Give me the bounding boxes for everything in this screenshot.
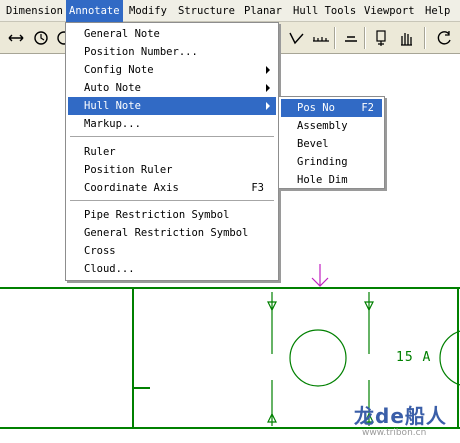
submenu-item-assembly[interactable]: Assembly [281,117,382,135]
submenu-item-label: Grinding [297,156,348,168]
menu-item-hull-note[interactable]: Hull Note [68,97,276,115]
menu-item-auto-note[interactable]: Auto Note [68,79,276,97]
menu-item-label: Auto Note [84,82,141,94]
menu-structure[interactable]: Structure [175,0,238,22]
submenu-item-hole-dim[interactable]: Hole Dim [281,171,382,189]
menu-item-ruler[interactable]: Ruler [68,143,276,161]
submenu-item-bevel[interactable]: Bevel [281,135,382,153]
toolbar-separator [334,27,336,49]
submenu-item-label: Pos No [297,102,335,114]
watermark-url: www.tribon.cn [362,428,427,438]
menu-modify[interactable]: Modify [126,0,170,22]
menu-viewport[interactable]: Viewport [361,0,418,22]
drawing-label: 15 A [396,350,432,365]
submenu-item-label: Hole Dim [297,174,348,186]
menu-item-position-number[interactable]: Position Number... [68,43,276,61]
menu-item-label: Ruler [84,146,116,158]
annotate-menu: General Note Position Number... Config N… [65,22,279,281]
menu-item-config-note[interactable]: Config Note [68,61,276,79]
menu-item-shortcut: F3 [251,182,264,194]
menu-item-label: Cross [84,245,116,257]
menu-item-general-note[interactable]: General Note [68,25,276,43]
menu-item-label: Position Ruler [84,164,173,176]
toolbar-separator [364,27,366,49]
menu-separator [70,136,274,138]
menu-item-label: Pipe Restriction Symbol [84,209,230,221]
submenu-arrow-icon [266,84,270,92]
menu-item-label: General Note [84,28,160,40]
menu-hull-tools[interactable]: Hull Tools [290,0,359,22]
menu-dimension[interactable]: Dimension [3,0,66,22]
menu-planar[interactable]: Planar [241,0,285,22]
watermark-title: 龙de船人 [354,404,447,428]
submenu-item-pos-no[interactable]: Pos No F2 [281,99,382,117]
menu-bar: Dimension Annotate Modify Structure Plan… [0,0,460,22]
menu-item-label: Position Number... [84,46,198,58]
rotate-view-icon[interactable] [434,28,454,48]
submenu-item-label: Bevel [297,138,329,150]
submenu-item-label: Assembly [297,120,348,132]
menu-help[interactable]: Help [422,0,453,22]
menu-item-cross[interactable]: Cross [68,242,276,260]
stack-icon[interactable] [372,28,392,48]
menu-item-general-restriction-symbol[interactable]: General Restriction Symbol [68,224,276,242]
menu-item-position-ruler[interactable]: Position Ruler [68,161,276,179]
rotate-icon[interactable] [31,28,51,48]
menu-item-label: Markup... [84,118,141,130]
submenu-arrow-icon [266,102,270,110]
menu-item-label: General Restriction Symbol [84,227,249,239]
ruler-icon[interactable] [311,28,331,48]
menu-item-coordinate-axis[interactable]: Coordinate Axis F3 [68,179,276,197]
submenu-item-shortcut: F2 [361,102,374,114]
submenu-item-grinding[interactable]: Grinding [281,153,382,171]
menu-separator [70,200,274,202]
menu-annotate[interactable]: Annotate [66,0,123,22]
menu-item-label: Hull Note [84,100,141,112]
menu-item-pipe-restriction-symbol[interactable]: Pipe Restriction Symbol [68,206,276,224]
menu-item-label: Cloud... [84,263,135,275]
watermark: 龙de船人 www.tribon.cn [350,400,458,442]
move-arrows-icon[interactable] [6,28,26,48]
menu-item-cloud[interactable]: Cloud... [68,260,276,278]
dimension-icon[interactable] [287,28,307,48]
toolbar-separator [424,27,426,49]
line-icon[interactable] [341,28,361,48]
submenu-arrow-icon [266,66,270,74]
menu-item-markup[interactable]: Markup... [68,115,276,133]
menu-item-label: Config Note [84,64,154,76]
menu-item-label: Coordinate Axis [84,182,179,194]
hull-note-submenu: Pos No F2 Assembly Bevel Grinding Hole Di… [278,96,385,189]
hand-icon[interactable] [396,28,416,48]
